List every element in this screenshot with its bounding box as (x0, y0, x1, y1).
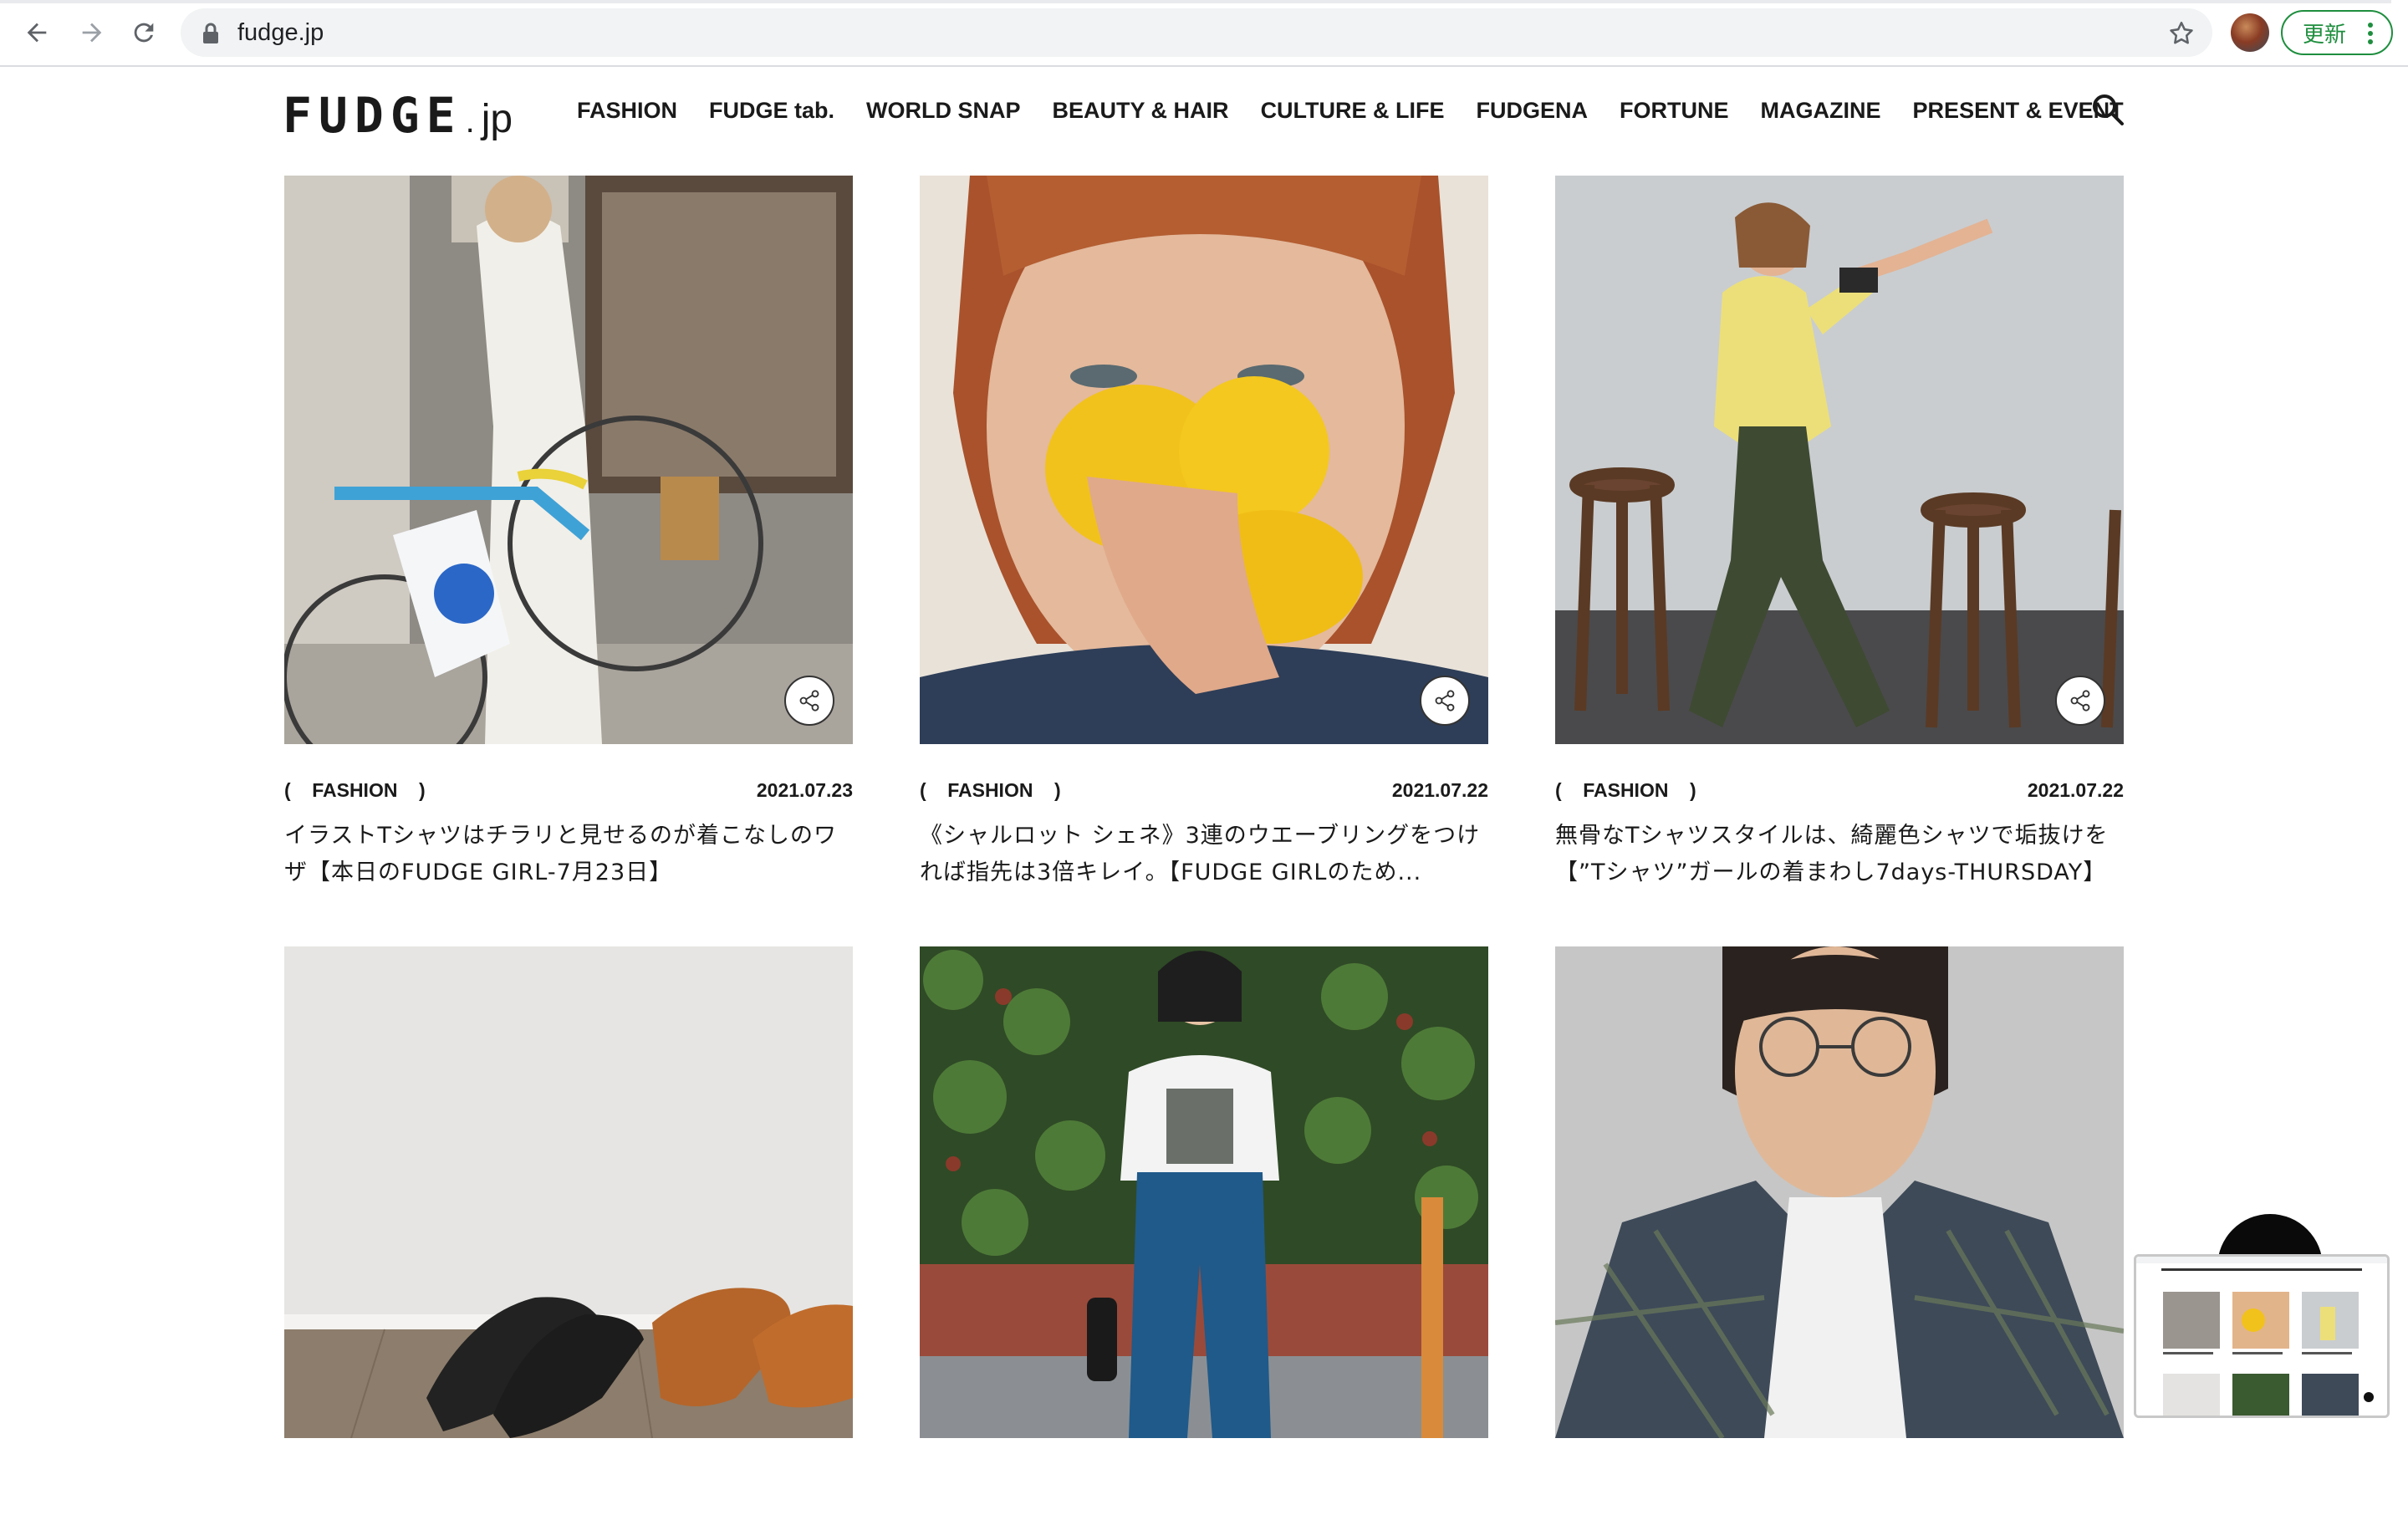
category-tag[interactable]: ( FASHION ) (1555, 779, 1696, 802)
article-meta: ( FASHION ) 2021.07.22 (920, 779, 1488, 808)
article-meta: ( FASHION ) 2021.07.23 (284, 779, 853, 808)
more-vertical-icon (2368, 23, 2373, 44)
article-thumbnail[interactable] (284, 176, 853, 744)
reload-button[interactable] (127, 16, 161, 49)
profile-avatar[interactable] (2231, 13, 2269, 52)
article-title-line: ザ【本日のFUDGE GIRL-7月23日】 (284, 860, 673, 885)
nav-item-fudgena[interactable]: FUDGENA (1477, 94, 1589, 127)
article-title-line: 《シャルロット シェネ》3連のウエーブリングをつけ (920, 823, 1481, 849)
nav-item-beauty-hair[interactable]: BEAUTY & HAIR (1053, 94, 1229, 127)
logo-dot: . (465, 103, 475, 140)
nav-item-world-snap[interactable]: WORLD SNAP (866, 94, 1021, 127)
nav-item-fudge-tab[interactable]: FUDGE tab. (709, 94, 834, 127)
update-label: 更新 (2303, 22, 2347, 48)
nav-item-magazine[interactable]: MAGAZINE (1761, 94, 1881, 127)
nav-item-culture-life[interactable]: CULTURE & LIFE (1261, 94, 1445, 127)
search-icon (2093, 94, 2124, 125)
article-image-plaid-girl (1555, 946, 2124, 1440)
arrow-right-icon (82, 23, 102, 43)
site-logo[interactable]: FUDGE . jp (283, 87, 513, 144)
article-image-bicycle-girl (284, 176, 853, 744)
article-image-camera-girl (1555, 176, 2124, 744)
article-title[interactable]: イラストTシャツはチラリと見せるのが着こなしのワ ザ【本日のFUDGE GIRL… (284, 818, 853, 891)
article-image-lemon-face (920, 176, 1488, 744)
article-thumbnail[interactable] (1555, 946, 2124, 1515)
preview-image (2136, 1257, 2387, 1416)
forward-button[interactable] (75, 16, 109, 49)
category-tag[interactable]: ( FASHION ) (284, 779, 426, 802)
article-image-sandals (284, 946, 853, 1439)
article-title[interactable]: 無骨なTシャツスタイルは、綺麗色シャツで垢抜けを 【”Tシャツ”ガールの着まわし… (1555, 818, 2124, 891)
category-tag[interactable]: ( FASHION ) (920, 779, 1061, 802)
article-image-green-wall-girl (920, 946, 1488, 1438)
article-date: 2021.07.22 (2027, 779, 2124, 801)
lock-icon (203, 23, 218, 43)
address-bar[interactable]: fudge.jp (181, 8, 2212, 57)
share-button[interactable] (784, 676, 834, 726)
share-button[interactable] (1420, 676, 1470, 726)
share-button[interactable] (2055, 676, 2105, 726)
page-load-bar (0, 0, 2391, 3)
reload-icon (134, 23, 154, 43)
url-text[interactable]: fudge.jp (237, 8, 324, 57)
article-thumbnail[interactable] (1555, 176, 2124, 744)
article-date: 2021.07.23 (756, 779, 853, 801)
article-date: 2021.07.22 (1391, 779, 1488, 801)
article-title-line: れば指先は3倍キレイ。【FUDGE GIRLのため... (920, 860, 1422, 885)
nav-item-fortune[interactable]: FORTUNE (1620, 94, 1729, 127)
arrow-left-icon (27, 23, 47, 43)
article-title[interactable]: 《シャルロット シェネ》3連のウエーブリングをつけ れば指先は3倍キレイ。【FU… (920, 818, 1488, 891)
browser-toolbar: fudge.jp 更新 (0, 0, 2408, 67)
bookmark-star-icon[interactable] (2167, 19, 2196, 48)
article-title-line: 無骨なTシャツスタイルは、綺麗色シャツで垢抜けを (1555, 823, 2109, 849)
share-icon (799, 690, 819, 712)
share-icon (1435, 690, 1455, 712)
article-title-line: 【”Tシャツ”ガールの着まわし7days-THURSDAY】 (1555, 860, 2107, 885)
back-button[interactable] (20, 16, 54, 49)
page-preview-thumbnail[interactable] (2134, 1254, 2390, 1418)
logo-suffix: jp (481, 97, 513, 141)
article-thumbnail[interactable] (920, 176, 1488, 744)
main-nav: FASHION FUDGE tab. WORLD SNAP BEAUTY & H… (577, 94, 2124, 127)
search-button[interactable] (2090, 92, 2125, 127)
update-button[interactable]: 更新 (2281, 10, 2393, 55)
nav-item-fashion[interactable]: FASHION (577, 94, 677, 127)
article-thumbnail[interactable] (920, 946, 1488, 1515)
article-meta: ( FASHION ) 2021.07.22 (1555, 779, 2124, 808)
article-title-line: イラストTシャツはチラリと見せるのが着こなしのワ (284, 823, 837, 849)
share-icon (2070, 690, 2090, 712)
article-thumbnail[interactable] (284, 946, 853, 1515)
logo-main: FUDGE (283, 87, 462, 144)
